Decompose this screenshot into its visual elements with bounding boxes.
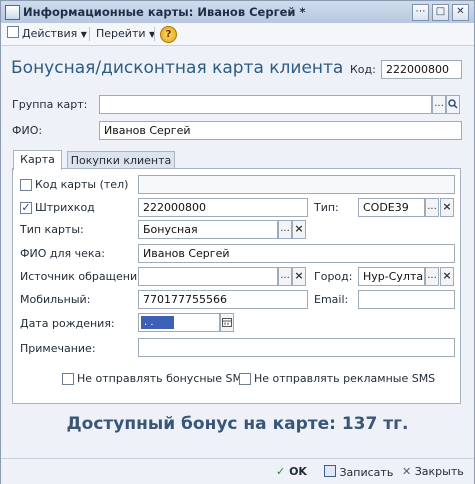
- group-label: Группа карт:: [12, 98, 88, 111]
- save-button[interactable]: Записать: [324, 465, 393, 479]
- no-ad-sms-label: Не отправлять рекламные SMS: [254, 372, 436, 385]
- goto-menu[interactable]: Перейти ▼: [96, 26, 155, 42]
- search-icon[interactable]: [446, 95, 460, 114]
- note-field[interactable]: [138, 338, 455, 357]
- card-type-label: Тип карты:: [20, 223, 84, 236]
- city-clear-icon[interactable]: ×: [440, 267, 454, 286]
- barcode-type-select-button[interactable]: ...: [425, 198, 439, 217]
- close-icon: ✕: [402, 465, 412, 478]
- toolbar-separator: [89, 27, 90, 41]
- chevron-down-icon: ▼: [80, 30, 87, 39]
- footer-bar: ✓ OK Записать ✕ Закрыть: [1, 458, 474, 484]
- window-title: Информационные карты: Иванов Сергей *: [23, 5, 306, 19]
- barcode-type-clear-icon[interactable]: ×: [440, 198, 454, 217]
- window-icon: [5, 5, 20, 20]
- ok-label: OK: [289, 465, 307, 478]
- mobile-label: Мобильный:: [20, 293, 91, 306]
- maximize-icon[interactable]: □: [432, 4, 449, 21]
- close-icon[interactable]: ✕: [452, 4, 469, 21]
- barcode-label: Штрихкод: [35, 201, 95, 214]
- receipt-name-label: ФИО для чека:: [20, 247, 105, 260]
- source-label: Источник обращения:: [20, 270, 148, 283]
- no-bonus-sms-checkbox[interactable]: [62, 373, 74, 385]
- source-select-button[interactable]: ...: [278, 267, 292, 286]
- checkmark-icon: ✓: [276, 465, 286, 478]
- tab-purchases[interactable]: Покупки клиента: [67, 151, 175, 169]
- phone-code-field[interactable]: [138, 175, 455, 194]
- save-label: Записать: [339, 466, 394, 479]
- toolbar-separator: [154, 27, 155, 41]
- city-label: Город:: [314, 270, 353, 283]
- actions-icon: [7, 26, 19, 38]
- page-title: Бонусная/дисконтная карта клиента: [11, 58, 344, 78]
- goto-label: Перейти: [96, 27, 146, 40]
- mobile-field[interactable]: 770177755566: [138, 290, 308, 309]
- birthdate-value: . .: [141, 316, 174, 329]
- close-button[interactable]: ✕ Закрыть: [402, 465, 464, 478]
- phone-code-checkbox[interactable]: [20, 179, 32, 191]
- card-window: Информационные карты: Иванов Сергей * ⋯ …: [0, 0, 475, 484]
- fio-label: ФИО:: [12, 124, 43, 137]
- city-field[interactable]: Нур-Султан: [358, 267, 425, 286]
- calendar-icon[interactable]: [220, 313, 234, 332]
- source-field[interactable]: [138, 267, 278, 286]
- barcode-type-label: Тип:: [314, 201, 339, 214]
- actions-label: Действия: [22, 27, 78, 40]
- source-clear-icon[interactable]: ×: [292, 267, 306, 286]
- note-label: Примечание:: [20, 342, 96, 355]
- close-label: Закрыть: [414, 465, 464, 478]
- email-field[interactable]: [358, 290, 455, 309]
- barcode-field[interactable]: 222000800: [138, 198, 308, 217]
- email-label: Email:: [314, 293, 349, 306]
- barcode-type-field[interactable]: CODE39: [358, 198, 425, 217]
- fio-field[interactable]: Иванов Сергей: [99, 121, 462, 140]
- phone-code-label: Код карты (тел): [35, 178, 129, 191]
- receipt-name-field[interactable]: Иванов Сергей: [138, 244, 455, 263]
- birthdate-label: Дата рождения:: [20, 317, 115, 330]
- code-label: Код:: [350, 63, 376, 76]
- available-bonus-text: Доступный бонус на карте: 137 тг.: [66, 414, 409, 434]
- save-icon: [324, 465, 336, 477]
- group-select-button[interactable]: ...: [432, 95, 446, 114]
- tab-card[interactable]: Карта: [13, 150, 62, 170]
- card-type-field[interactable]: Бонусная: [138, 220, 278, 239]
- no-ad-sms-checkbox[interactable]: [239, 373, 251, 385]
- toolbar: Действия ▼ Перейти ▼ ?: [1, 23, 474, 46]
- more-icon[interactable]: ⋯: [412, 4, 429, 21]
- actions-menu[interactable]: Действия ▼: [7, 26, 87, 42]
- card-type-clear-icon[interactable]: ×: [292, 220, 306, 239]
- group-field[interactable]: [99, 95, 432, 114]
- help-icon[interactable]: ?: [160, 26, 177, 43]
- barcode-checkbox[interactable]: ✓: [20, 202, 32, 214]
- card-type-select-button[interactable]: ...: [278, 220, 292, 239]
- birthdate-field[interactable]: . .: [138, 313, 220, 332]
- title-bar: Информационные карты: Иванов Сергей * ⋯ …: [1, 1, 474, 24]
- code-field[interactable]: 222000800: [381, 60, 462, 79]
- city-select-button[interactable]: ...: [425, 267, 439, 286]
- no-bonus-sms-label: Не отправлять бонусные SMS: [77, 372, 249, 385]
- ok-button[interactable]: ✓ OK: [276, 465, 307, 478]
